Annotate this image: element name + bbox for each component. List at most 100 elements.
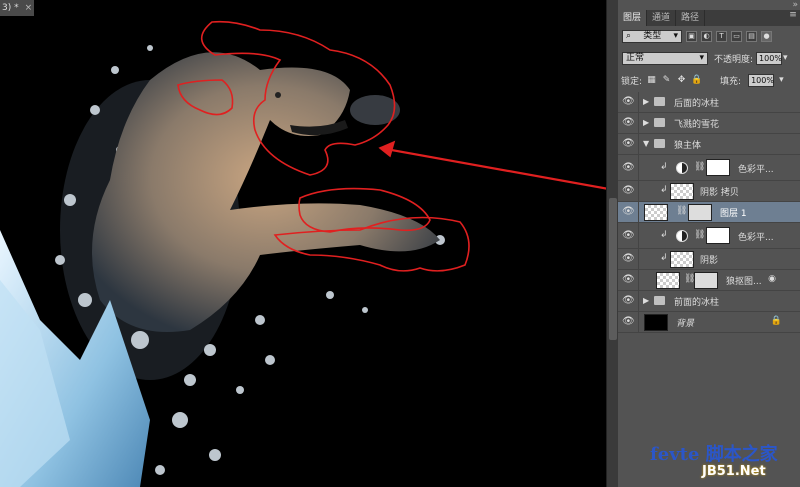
layer-thumbnail[interactable] [670, 251, 694, 268]
watermark: fevte 脚本之家 JB51.Net [650, 440, 800, 487]
layer-row-group[interactable]: 👁 ▶ 后面的冰柱 [618, 92, 800, 113]
fill-label: 填充: [720, 76, 742, 87]
layer-mask-thumbnail[interactable] [688, 204, 712, 221]
layer-name: 色彩平... [738, 165, 774, 175]
expand-triangle-icon[interactable]: ▶ [643, 97, 649, 106]
eye-icon[interactable]: 👁 [622, 139, 635, 149]
eye-icon[interactable]: 👁 [622, 186, 635, 196]
annotation-arrowhead [378, 140, 396, 158]
layer-row-adjustment[interactable]: 👁 ↲ ⛓ 色彩平... [618, 155, 800, 181]
layer-name: 背景 [676, 319, 695, 329]
layer-thumbnail[interactable] [656, 272, 680, 289]
layer-row-background[interactable]: 👁 背景 🔒 [618, 312, 800, 333]
chevron-down-icon: ▾ [673, 30, 678, 41]
clip-arrow-icon: ↲ [660, 230, 668, 240]
scrollbar-thumb[interactable] [609, 198, 617, 340]
tab-channels[interactable]: 通道 [647, 10, 677, 26]
panel-menu-icon[interactable]: ≡ [786, 10, 800, 26]
opacity-dropdown-icon[interactable]: ▾ [783, 53, 788, 63]
layer-row-adjustment[interactable]: 👁 ↲ ⛓ 色彩平... [618, 223, 800, 249]
document-tab-label: 3) * [2, 3, 19, 13]
blend-opacity-row: 正常 ▾ 不透明度: 100% ▾ [618, 50, 800, 66]
layer-row-selected[interactable]: 👁 ⛓ 图层 1 [618, 202, 800, 223]
watermark-line2: JB51.Net [702, 464, 766, 479]
eye-icon[interactable]: 👁 [622, 254, 635, 264]
lock-transparent-icon[interactable]: ▦ [646, 75, 657, 86]
opacity-field[interactable]: 100% [756, 51, 783, 65]
color-balance-icon [676, 162, 688, 174]
lock-position-icon[interactable]: ✥ [676, 75, 687, 86]
collapse-triangle-icon[interactable]: ▼ [643, 139, 649, 148]
layer-thumbnail[interactable] [670, 183, 694, 200]
panel-tabs: 图层 通道 路径 ≡ [618, 10, 800, 26]
layer-row-smart[interactable]: 👁 ⛓ 狼抠图... ◉ [618, 270, 800, 291]
layer-row-group[interactable]: 👁 ▼ 狼主体 [618, 134, 800, 155]
tab-paths[interactable]: 路径 [676, 10, 706, 26]
eye-icon[interactable]: 👁 [622, 118, 635, 128]
clip-arrow-icon: ↲ [660, 185, 668, 195]
fill-dropdown-icon[interactable]: ▾ [779, 75, 784, 85]
layers-panel: » 图层 通道 路径 ≡ ⌕ 类型 ▾ ▣ ◐ T ▭ ▤ ● 正常 ▾ 不透明… [618, 0, 800, 487]
lock-all-icon[interactable]: 🔒 [691, 75, 702, 86]
layer-name: 阴影 [700, 256, 719, 266]
adjustment-filter-icon[interactable]: ◐ [701, 30, 712, 42]
layer-row-clip[interactable]: 👁 ↲ 阴影 拷贝 [618, 181, 800, 202]
layer-name: 后面的冰柱 [674, 99, 720, 109]
eye-icon[interactable]: 👁 [622, 231, 635, 241]
artwork [0, 20, 606, 487]
expand-triangle-icon[interactable]: ▶ [643, 118, 649, 127]
close-icon[interactable]: × [25, 3, 33, 13]
layer-name: 阴影 拷贝 [700, 188, 739, 198]
layer-mask-thumbnail[interactable] [706, 159, 730, 176]
layer-list: 👁 ▶ 后面的冰柱 👁 ▶ 飞溅的雪花 👁 ▼ 狼主体 👁 ↲ ⛓ 色彩平...… [618, 92, 800, 333]
eye-icon[interactable]: 👁 [622, 163, 635, 173]
eye-icon[interactable]: 👁 [622, 275, 635, 285]
folder-open-icon [654, 139, 665, 148]
clip-arrow-icon: ↲ [660, 162, 668, 172]
layer-name: 前面的冰柱 [674, 298, 720, 308]
shape-filter-icon[interactable]: ▭ [731, 30, 742, 42]
filter-kind-label: 类型 [643, 30, 662, 41]
lock-label: 锁定: [621, 76, 643, 87]
filter-kind-select[interactable]: ⌕ 类型 ▾ [622, 29, 682, 43]
layer-thumbnail[interactable] [644, 314, 668, 331]
clip-arrow-icon: ↲ [660, 253, 668, 263]
folder-icon [654, 296, 665, 305]
layer-row-group[interactable]: 👁 ▶ 飞溅的雪花 [618, 113, 800, 134]
lock-image-icon[interactable]: ✎ [661, 75, 672, 86]
fill-field[interactable]: 100% [748, 73, 775, 87]
layer-row-clip[interactable]: 👁 ↲ 阴影 [618, 249, 800, 270]
chevron-down-icon: ▾ [699, 52, 704, 63]
expand-triangle-icon[interactable]: ▶ [643, 296, 649, 305]
layer-name: 色彩平... [738, 233, 774, 243]
layer-name: 飞溅的雪花 [674, 120, 720, 130]
smart-filter-icon[interactable]: ▤ [746, 30, 757, 42]
blend-mode-select[interactable]: 正常 ▾ [622, 51, 708, 65]
canvas-vertical-scrollbar[interactable] [606, 0, 618, 487]
eye-icon[interactable]: 👁 [622, 317, 635, 327]
image-filter-icon[interactable]: ▣ [686, 30, 697, 42]
annotation-arrow [379, 146, 606, 190]
link-icon: ⛓ [694, 162, 706, 172]
folder-icon [654, 97, 665, 106]
collapse-panel-icon[interactable]: » [792, 0, 798, 10]
link-icon: ⛓ [676, 206, 688, 216]
folder-icon [654, 118, 665, 127]
layer-name: 图层 1 [720, 209, 747, 219]
layer-thumbnail[interactable] [644, 204, 668, 221]
text-filter-icon[interactable]: T [716, 30, 727, 42]
eye-icon[interactable]: 👁 [622, 207, 635, 217]
layer-row-group[interactable]: 👁 ▶ 前面的冰柱 [618, 291, 800, 312]
eye-icon[interactable]: 👁 [622, 296, 635, 306]
canvas-area[interactable]: 3) * × [0, 0, 606, 487]
layer-name: 狼抠图... [726, 277, 762, 287]
filter-toggle-icon[interactable]: ● [761, 30, 772, 42]
layer-mask-thumbnail[interactable] [694, 272, 718, 289]
lock-icon: 🔒 [770, 316, 782, 326]
layer-mask-thumbnail[interactable] [706, 227, 730, 244]
layer-name: 狼主体 [674, 141, 702, 151]
tab-layers[interactable]: 图层 [618, 10, 648, 26]
eye-icon[interactable]: 👁 [622, 97, 635, 107]
blend-mode-value: 正常 [626, 52, 645, 63]
document-tab[interactable]: 3) * × [0, 0, 34, 16]
